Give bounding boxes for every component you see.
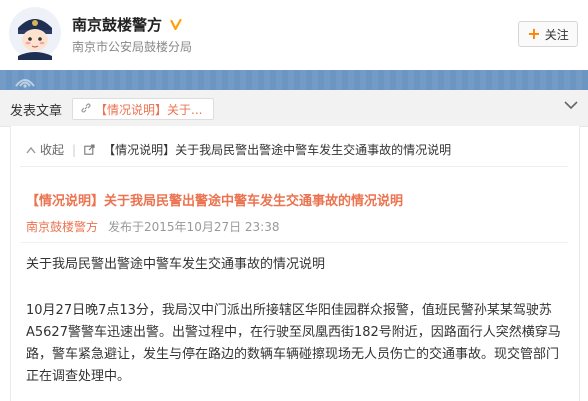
breadcrumb: 收起 | 【情况说明】关于我局民警出警途中警车发生交通事故的情况说明 xyxy=(26,141,451,158)
article-title: 【情况说明】关于我局民警出警途中警车发生交通事故的情况说明 xyxy=(26,194,404,209)
collapse-label: 收起 xyxy=(40,143,65,157)
account-name[interactable]: 南京鼓楼警方 xyxy=(72,14,185,35)
link-icon xyxy=(81,102,91,116)
article-meta: 南京鼓楼警方 发布于2015年10月27日 23:38 xyxy=(26,218,280,235)
article-paragraph: 10月27日晚7点13分，我局汉中门派出所接辖区华阳佳园群众报警，值班民警孙某某… xyxy=(26,303,561,384)
cover-banner xyxy=(0,70,588,90)
follow-button[interactable]: + 关注 xyxy=(518,21,578,47)
tab-active-article[interactable]: 【情况说明】关于... xyxy=(72,98,214,120)
avatar[interactable] xyxy=(8,6,62,60)
divider xyxy=(20,242,568,243)
chevron-down-icon[interactable] xyxy=(563,98,579,112)
breadcrumb-article-link[interactable]: 【情况说明】关于我局民警出警途中警车发生交通事故的情况说明 xyxy=(103,141,451,158)
collapse-button[interactable]: 收起 xyxy=(26,141,64,158)
article-author[interactable]: 南京鼓楼警方 xyxy=(26,218,98,235)
chevron-up-icon xyxy=(26,146,36,153)
verified-v-icon xyxy=(168,16,185,33)
external-link-icon[interactable] xyxy=(84,144,95,155)
crumb-divider: | xyxy=(72,142,77,157)
account-subtitle: 南京市公安局鼓楼分局 xyxy=(72,40,193,54)
article-paragraph: 关于我局民警出警途中警车发生交通事故的情况说明 xyxy=(26,257,326,272)
plus-icon: + xyxy=(527,24,541,43)
signal-icon xyxy=(15,79,35,88)
profile-header xyxy=(0,0,588,70)
divider xyxy=(20,166,568,167)
tab-active-label: 【情况说明】关于... xyxy=(95,102,203,117)
account-name-text[interactable]: 南京鼓楼警方 xyxy=(72,14,162,35)
section-title: 发表文章 xyxy=(10,104,63,119)
publish-time: 发布于2015年10月27日 23:38 xyxy=(108,220,280,234)
follow-label: 关注 xyxy=(544,27,569,42)
